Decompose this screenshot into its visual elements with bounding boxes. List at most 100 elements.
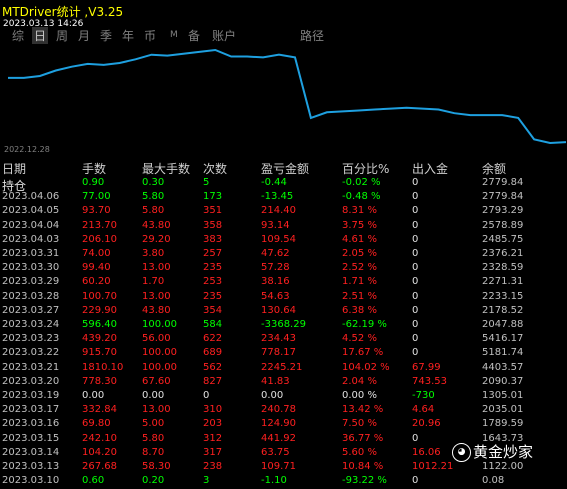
cell-max: 13.00 xyxy=(142,404,171,416)
table-row: 2023.03.30 99.40 13.00 235 57.28 2.52 % 0 2328.… xyxy=(0,262,567,276)
cell-lots: 267.68 xyxy=(82,461,117,472)
cell-date: 2023.04.06 xyxy=(2,191,60,203)
cell-pnl: 54.63 xyxy=(261,290,290,302)
cell-io: 0 xyxy=(412,177,419,188)
cell-count: 235 xyxy=(203,290,223,302)
cell-lots: 60.20 xyxy=(82,276,111,288)
cell-io: 16.06 xyxy=(412,446,441,458)
cell-bal: 5181.74 xyxy=(482,347,524,359)
cell-date: 2023.03.15 xyxy=(2,432,60,444)
cell-pct: 2.05 % xyxy=(342,248,377,259)
cell-pnl: 57.28 xyxy=(261,262,290,274)
cell-pct: 4.52 % xyxy=(342,333,377,345)
cell-max: 29.20 xyxy=(142,233,171,245)
tab-day[interactable]: 日 xyxy=(32,27,49,44)
cell-count: 562 xyxy=(203,361,223,373)
cell-pct: 7.50 % xyxy=(342,418,377,430)
cell-lots: 915.70 xyxy=(82,347,117,359)
cell-pct: 13.42 % xyxy=(342,404,384,416)
tab-month[interactable]: 月 xyxy=(78,27,90,44)
cell-count: 235 xyxy=(203,262,223,274)
cell-max: 3.80 xyxy=(142,248,165,259)
column-header: 出入金 xyxy=(412,162,449,176)
cell-lots: 74.00 xyxy=(82,248,111,259)
cell-pct: -62.19 % xyxy=(342,319,387,330)
cell-pct: 1.71 % xyxy=(342,276,377,288)
cell-pct: 2.04 % xyxy=(342,375,377,387)
column-header: 次数 xyxy=(203,162,228,176)
cell-max: 5.80 xyxy=(142,205,165,217)
cell-io: 0 xyxy=(412,347,419,359)
cell-io: 0 xyxy=(412,219,419,231)
balance-line xyxy=(8,48,567,145)
cell-pnl: -0.44 xyxy=(261,177,287,188)
cell-pct: 17.67 % xyxy=(342,347,384,359)
cell-io: 20.96 xyxy=(412,418,441,430)
cell-io: 4.64 xyxy=(412,404,435,416)
tab-week[interactable]: 周 xyxy=(56,27,68,44)
tab-quarter[interactable]: 季 xyxy=(100,27,112,44)
table-row: 2023.03.19 0.00 0.00 0 0.00 0.00 % -730 1305.01 xyxy=(0,390,567,404)
cell-io: 0 xyxy=(412,432,419,444)
cell-pnl: 109.54 xyxy=(261,233,296,245)
column-header: 百分比% xyxy=(342,162,390,176)
cell-io: 0 xyxy=(412,248,419,259)
cell-pnl: 778.17 xyxy=(261,347,296,359)
cell-bal: 2090.37 xyxy=(482,375,524,387)
cell-io: 0 xyxy=(412,290,419,302)
cell-pnl: 63.75 xyxy=(261,446,290,458)
cell-pct: 6.38 % xyxy=(342,304,377,316)
cell-io: 0 xyxy=(412,262,419,274)
cell-date: 2023.03.23 xyxy=(2,333,60,345)
cell-pct: 5.60 % xyxy=(342,446,377,458)
column-header: 手数 xyxy=(82,162,107,176)
cell-bal: 2485.75 xyxy=(482,233,524,245)
cell-lots: 99.40 xyxy=(82,262,111,274)
cell-date: 2023.03.24 xyxy=(2,319,60,330)
cell-pnl: 240.78 xyxy=(261,404,296,416)
cell-pnl: 214.40 xyxy=(261,205,296,217)
tab-notes[interactable]: 备 xyxy=(188,27,200,44)
cell-pnl: 234.43 xyxy=(261,333,296,345)
tab-year[interactable]: 年 xyxy=(122,27,134,44)
cell-max: 58.30 xyxy=(142,461,171,472)
cell-max: 8.70 xyxy=(142,446,165,458)
watermark-text: 黄金炒家 xyxy=(473,443,534,461)
cell-lots: 77.00 xyxy=(82,191,111,203)
chart-start-date: 2022.12.28 xyxy=(4,145,50,154)
cell-date: 2023.03.31 xyxy=(2,248,60,259)
cell-lots: 242.10 xyxy=(82,432,117,444)
cell-count: 0 xyxy=(203,390,210,401)
tab-account[interactable]: 账户 xyxy=(212,27,236,44)
cell-lots: 229.90 xyxy=(82,304,117,316)
cell-date: 2023.03.28 xyxy=(2,290,60,302)
table-row: 2023.03.17 332.84 13.00 310 240.78 13.42 % 4.6… xyxy=(0,404,567,418)
cell-count: 351 xyxy=(203,205,223,217)
column-header: 最大手数 xyxy=(142,162,191,176)
cell-pnl: 41.83 xyxy=(261,375,290,387)
cell-bal: 5416.17 xyxy=(482,333,524,345)
cell-count: 584 xyxy=(203,319,223,330)
cell-lots: 439.20 xyxy=(82,333,117,345)
cell-count: 354 xyxy=(203,304,223,316)
cell-max: 43.80 xyxy=(142,304,171,316)
tab-path[interactable]: 路径 xyxy=(300,27,324,44)
table-row: 2023.03.24 596.40 100.00 584 -3368.29 -62.19 … xyxy=(0,319,567,333)
tab-summary[interactable]: 综 xyxy=(12,27,24,44)
tab-currency[interactable]: 币 xyxy=(144,27,156,44)
cell-date: 2023.03.27 xyxy=(2,304,60,316)
column-header: 日期 xyxy=(2,162,27,176)
cell-lots: 596.40 xyxy=(82,319,117,330)
table-row: 2023.03.21 1810.10 100.00 562 2245.21 104.02 … xyxy=(0,362,567,376)
cell-pct: 8.31 % xyxy=(342,205,377,217)
cell-pct: 104.02 % xyxy=(342,361,390,373)
column-header: 盈亏金额 xyxy=(261,162,310,176)
cell-bal: 1305.01 xyxy=(482,390,524,401)
cell-io: 0 xyxy=(412,333,419,345)
cell-date: 2023.04.04 xyxy=(2,219,60,231)
cell-pnl: 93.14 xyxy=(261,219,290,231)
tab-m[interactable]: M xyxy=(170,30,178,40)
cell-max: 56.00 xyxy=(142,333,171,345)
cell-count: 203 xyxy=(203,418,223,430)
table-row: 2023.03.29 60.20 1.70 253 38.16 1.71 % 0 2271.3… xyxy=(0,276,567,290)
